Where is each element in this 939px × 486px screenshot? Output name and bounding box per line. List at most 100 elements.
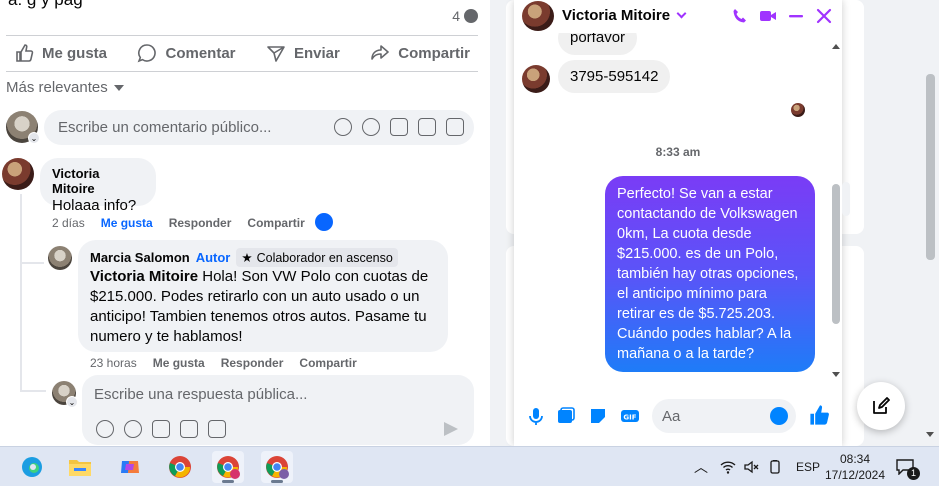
new-message-button[interactable] bbox=[857, 382, 905, 430]
emoji-icon[interactable] bbox=[362, 118, 380, 136]
camera-icon[interactable] bbox=[390, 118, 408, 136]
comment-button[interactable]: Comentar bbox=[129, 39, 243, 67]
page-scrollbar[interactable] bbox=[922, 0, 939, 446]
chat-messages: porfavor 3795-595142 8:33 am Perfecto! S… bbox=[514, 33, 842, 388]
thumbs-up-icon[interactable] bbox=[808, 403, 832, 427]
gallery-icon[interactable] bbox=[556, 406, 576, 426]
thread-line bbox=[20, 262, 44, 264]
chrome-logo-icon bbox=[266, 456, 289, 479]
microphone-icon[interactable] bbox=[526, 406, 546, 426]
comment-input[interactable]: Escribe un comentario público... bbox=[44, 110, 474, 145]
feed-edge bbox=[842, 182, 850, 216]
sticker-icon[interactable] bbox=[588, 406, 608, 426]
author-avatar[interactable] bbox=[48, 246, 72, 270]
speaker-muted-icon[interactable] bbox=[744, 460, 760, 474]
reply-like-button[interactable]: Me gusta bbox=[153, 356, 205, 370]
gif-icon[interactable] bbox=[418, 118, 436, 136]
emoji-icon[interactable] bbox=[124, 420, 142, 438]
scroll-up-icon[interactable] bbox=[832, 44, 840, 49]
reply-input[interactable]: Escribe una respuesta pública... bbox=[82, 375, 474, 445]
comment-meta: 2 días Me gusta Responder Compartir bbox=[52, 216, 305, 230]
comment-label: Comentar bbox=[165, 44, 236, 62]
share-button[interactable]: Compartir bbox=[362, 39, 478, 67]
post-panel: a: g y pag 4 Me gusta Comentar Enviar Co… bbox=[0, 0, 490, 446]
sticker-icon[interactable] bbox=[208, 420, 226, 438]
chat-scrollbar[interactable] bbox=[830, 44, 840, 384]
close-icon[interactable] bbox=[816, 8, 832, 24]
avatar-sticker-icon[interactable] bbox=[96, 420, 114, 438]
reply-mention[interactable]: Victoria Mitoire bbox=[90, 268, 198, 285]
chevron-down-icon[interactable]: ⌄ bbox=[28, 132, 40, 144]
comment-share-button[interactable]: Compartir bbox=[247, 216, 304, 230]
language-indicator[interactable]: ESP bbox=[796, 460, 820, 474]
gif-icon[interactable] bbox=[180, 420, 198, 438]
like-label: Me gusta bbox=[42, 44, 108, 62]
notification-count-badge: 1 bbox=[907, 467, 920, 480]
copilot-icon[interactable] bbox=[114, 451, 146, 483]
comment-bubble-icon bbox=[464, 9, 478, 23]
caret-down-icon bbox=[113, 84, 124, 91]
reply-header: Marcia Salomon Autor ★ Colaborador en as… bbox=[90, 248, 436, 267]
contributor-badge[interactable]: ★ Colaborador en ascenso bbox=[236, 248, 398, 267]
reply-input-placeholder: Escribe una respuesta pública... bbox=[94, 386, 308, 403]
share-icon bbox=[371, 45, 390, 60]
thread-line bbox=[20, 390, 46, 392]
file-explorer-icon[interactable] bbox=[64, 451, 96, 483]
chrome-profile-c-icon[interactable] bbox=[212, 451, 244, 483]
reply-time[interactable]: 23 horas bbox=[90, 356, 137, 370]
reply-author[interactable]: Marcia Salomon bbox=[90, 250, 190, 265]
star-icon: ★ bbox=[241, 251, 253, 265]
emoji-icon[interactable] bbox=[770, 407, 788, 425]
comment-count[interactable]: 4 bbox=[452, 8, 478, 24]
camera-icon[interactable] bbox=[152, 420, 170, 438]
page-scrollbar-thumb[interactable] bbox=[926, 74, 935, 260]
clock[interactable]: 08:34 17/12/2024 bbox=[822, 451, 888, 483]
comment-reply-button[interactable]: Responder bbox=[169, 216, 232, 230]
incoming-message: porfavor bbox=[558, 33, 638, 55]
gif-icon[interactable]: GIF bbox=[620, 406, 640, 426]
chat-title[interactable]: Victoria Mitoire bbox=[562, 7, 687, 24]
sort-dropdown[interactable]: Más relevantes bbox=[6, 79, 124, 96]
thread-line bbox=[20, 194, 22, 390]
chat-window: Victoria Mitoire porfavor 3795-595142 8:… bbox=[514, 0, 842, 446]
edge-icon[interactable] bbox=[16, 451, 48, 483]
send-icon bbox=[267, 46, 285, 62]
reply-share-button[interactable]: Compartir bbox=[299, 356, 356, 370]
comment-bubble: Victoria Mitoire Holaaa info? bbox=[40, 158, 156, 214]
sort-label: Más relevantes bbox=[6, 79, 108, 96]
phone-icon[interactable] bbox=[732, 8, 748, 24]
contributor-badge-label: Colaborador en ascenso bbox=[256, 250, 393, 265]
clock-time: 08:34 bbox=[839, 452, 871, 466]
chevron-down-icon[interactable]: ⌄ bbox=[66, 396, 78, 408]
like-button[interactable]: Me gusta bbox=[6, 39, 115, 67]
minimize-icon[interactable] bbox=[788, 8, 804, 24]
scroll-down-icon[interactable] bbox=[926, 432, 934, 437]
send-reply-icon[interactable] bbox=[444, 422, 458, 436]
comment-author[interactable]: Victoria Mitoire bbox=[52, 166, 144, 196]
chat-scrollbar-thumb[interactable] bbox=[832, 184, 840, 324]
share-label: Compartir bbox=[398, 44, 470, 62]
comment-like-button[interactable]: Me gusta bbox=[101, 216, 153, 230]
message-input[interactable]: Aa bbox=[652, 399, 796, 433]
chrome-profile-icon[interactable] bbox=[261, 451, 293, 483]
video-call-icon[interactable] bbox=[759, 8, 777, 24]
notifications-button[interactable]: 1 bbox=[896, 459, 920, 480]
avatar-sticker-icon[interactable] bbox=[334, 118, 352, 136]
battery-icon[interactable] bbox=[768, 460, 784, 474]
send-button[interactable]: Enviar bbox=[258, 39, 348, 67]
contact-avatar[interactable] bbox=[522, 65, 550, 93]
reply-reply-button[interactable]: Responder bbox=[221, 356, 284, 370]
contact-avatar[interactable] bbox=[522, 1, 554, 31]
chrome-icon[interactable] bbox=[164, 451, 196, 483]
comment-time[interactable]: 2 días bbox=[52, 216, 85, 230]
like-reaction-icon[interactable] bbox=[315, 213, 333, 231]
chevron-down-icon bbox=[676, 8, 687, 19]
post-text-fragment: a: g y pag bbox=[8, 0, 83, 10]
wifi-icon[interactable] bbox=[720, 460, 736, 474]
thumbs-up-icon bbox=[16, 44, 34, 62]
chevron-up-icon[interactable]: ︿ bbox=[694, 457, 708, 477]
scroll-down-icon[interactable] bbox=[832, 372, 840, 377]
outgoing-message-text: Perfecto! Se van a estar contactando de … bbox=[617, 186, 799, 362]
commenter-avatar[interactable] bbox=[2, 158, 34, 190]
sticker-icon[interactable] bbox=[446, 118, 464, 136]
